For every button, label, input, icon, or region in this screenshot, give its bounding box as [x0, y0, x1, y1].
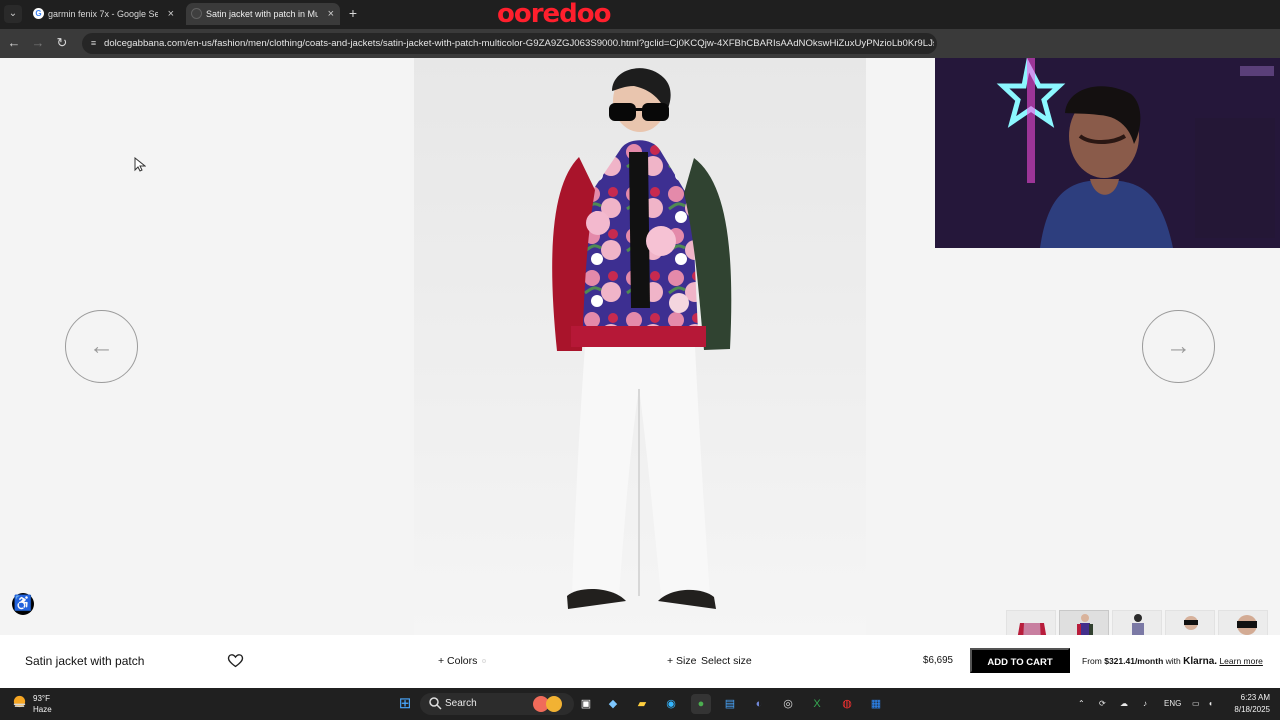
product-price: $6,695 [923, 655, 953, 666]
colors-selector[interactable]: + Colors [438, 654, 477, 668]
product-main-image[interactable] [414, 58, 866, 635]
taskbar-time[interactable]: 6:23 AM [1230, 693, 1270, 703]
klarna-monthly-amount: $321.41/month [1104, 656, 1164, 666]
model-thumbnail-image [1077, 614, 1093, 635]
address-bar[interactable]: ≡ dolcegabbana.com/en-us/fashion/men/clo… [82, 33, 937, 54]
thumbnail-strip [1006, 610, 1270, 635]
klarna-logo: Klarna. [1183, 656, 1218, 667]
tab-title: garmin fenix 7x - Google Search [48, 9, 158, 19]
accessibility-icon[interactable]: ♿ [12, 593, 34, 615]
url-text[interactable]: dolcegabbana.com/en-us/fashion/men/cloth… [104, 36, 934, 51]
copilot-icon[interactable]: ◆ [603, 694, 623, 714]
tab-title: Satin jacket with patch in Multicolor [206, 9, 318, 19]
search-highlight-icon [546, 696, 562, 712]
tab-dolce-gabbana[interactable]: Satin jacket with patch in Multicolor × [186, 3, 340, 25]
jacket-thumbnail-image [1017, 623, 1047, 635]
back-icon[interactable]: ← [6, 35, 22, 51]
model-back-thumbnail-image [1132, 614, 1144, 635]
windows-start-icon[interactable]: ⊞ [395, 694, 415, 714]
weather-condition[interactable]: Haze [33, 705, 52, 715]
excel-icon[interactable]: X [807, 694, 827, 714]
weather-temperature[interactable]: 93°F [33, 694, 50, 704]
display-icon[interactable]: ▭ [1192, 698, 1200, 710]
color-swatch[interactable] [482, 659, 486, 663]
product-page: ← → ♿ [0, 58, 1280, 635]
thumbnail-jacket-detail[interactable] [1218, 610, 1268, 635]
tab-google-search[interactable]: G garmin fenix 7x - Google Search × [28, 3, 180, 25]
next-image-button[interactable]: → [1142, 310, 1215, 383]
browser-tab-strip: ⌄ G garmin fenix 7x - Google Search × Sa… [0, 0, 1280, 29]
show-hidden-icons-icon[interactable]: ⌃ [1078, 698, 1085, 710]
microphone-icon[interactable]: ♪ [1143, 698, 1147, 710]
arrow-right-icon: → [1166, 332, 1191, 360]
chrome-icon[interactable]: ● [691, 694, 711, 714]
previous-image-button[interactable]: ← [65, 310, 138, 383]
streamer-webcam-overlay [935, 58, 1280, 248]
volume-icon[interactable]: ◖ [1208, 698, 1213, 710]
model-closeup-thumbnail-image [1184, 616, 1198, 630]
model-wearing-jacket-image [414, 58, 866, 635]
klarna-with: with [1165, 656, 1181, 666]
discord-icon[interactable]: ◐ [749, 694, 769, 714]
browser-toolbar: ← → ↻ ≡ dolcegabbana.com/en-us/fashion/m… [0, 29, 1280, 58]
edge-icon[interactable]: ◉ [661, 694, 681, 714]
taskbar-date[interactable]: 8/18/2025 [1224, 705, 1270, 715]
ooredoo-logo: ooredoo [497, 0, 612, 29]
thumbnail-model-back[interactable] [1112, 610, 1162, 635]
new-tab-button[interactable]: + [345, 5, 361, 21]
windows-taskbar: 93°F Haze ⊞ Search ▣ ◆ ▰ ◉ ● ▤ ◐ ◎ X ◍ ▦… [0, 688, 1280, 720]
klarna-learn-more-link[interactable]: Learn more [1219, 656, 1262, 666]
wishlist-heart-icon[interactable] [227, 652, 244, 669]
close-tab-icon[interactable]: × [328, 3, 334, 25]
taskbar-search[interactable]: Search [420, 693, 574, 715]
klarna-prefix: From [1082, 656, 1102, 666]
thumbnail-jacket-front[interactable] [1006, 610, 1056, 635]
site-settings-icon[interactable]: ≡ [88, 38, 99, 49]
reload-icon[interactable]: ↻ [54, 35, 70, 51]
media-player-icon[interactable]: ◎ [778, 694, 798, 714]
network-cloud-icon[interactable]: ☁ [1120, 698, 1128, 710]
language-indicator[interactable]: ENG [1164, 698, 1181, 710]
forward-icon[interactable]: → [30, 35, 46, 51]
thumbnail-model-full[interactable] [1059, 610, 1109, 635]
sync-icon[interactable]: ⟳ [1099, 698, 1106, 710]
tab-search-icon[interactable]: ⌄ [4, 5, 22, 23]
weather-haze-icon[interactable] [12, 694, 27, 709]
red-app-icon[interactable]: ◍ [837, 694, 857, 714]
select-size-dropdown[interactable]: Select size [701, 654, 752, 668]
size-selector-label[interactable]: + Size [667, 654, 696, 668]
search-icon [429, 697, 442, 710]
product-name: Satin jacket with patch [25, 654, 145, 668]
site-favicon-icon [191, 8, 202, 19]
add-to-cart-button[interactable]: ADD TO CART [970, 648, 1070, 673]
google-favicon-icon: G [33, 8, 44, 19]
sticky-product-bar: Satin jacket with patch + Colors + Size … [0, 635, 1280, 688]
thumbnail-model-closeup[interactable] [1165, 610, 1215, 635]
store-icon[interactable]: ▤ [720, 694, 740, 714]
close-tab-icon[interactable]: × [168, 3, 174, 25]
task-view-icon[interactable]: ▣ [576, 694, 596, 714]
arrow-left-icon: ← [89, 332, 114, 360]
file-explorer-icon[interactable]: ▰ [632, 694, 652, 714]
jacket-detail-thumbnail-image [1237, 615, 1257, 635]
person-webcam-image [935, 58, 1280, 248]
search-label: Search [445, 698, 477, 709]
blue-app-icon[interactable]: ▦ [866, 694, 886, 714]
klarna-financing-message: From $321.41/month with Klarna. Learn mo… [1082, 654, 1263, 669]
mouse-pointer-icon [134, 157, 146, 172]
